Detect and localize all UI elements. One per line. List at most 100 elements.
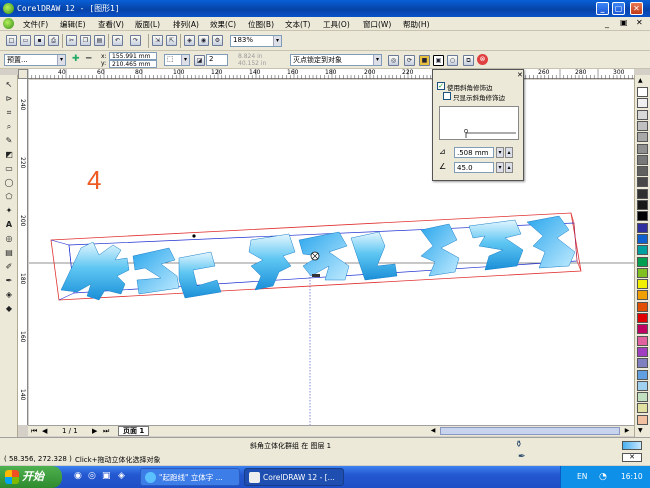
doc-restore-button[interactable]: ▣ xyxy=(620,18,628,27)
import-icon[interactable]: ⇲ xyxy=(152,35,163,46)
freehand-tool-icon[interactable]: ✎ xyxy=(3,135,15,146)
doc-close-button[interactable]: ✕ xyxy=(636,18,643,27)
print-icon[interactable]: ⎙ xyxy=(48,35,59,46)
minimize-button[interactable]: _ xyxy=(596,2,609,15)
color-swatch[interactable] xyxy=(637,154,648,165)
export-icon[interactable]: ⇱ xyxy=(166,35,177,46)
interactive-blend-tool-icon[interactable]: ◎ xyxy=(3,233,15,244)
scroll-right-icon[interactable]: ▶ xyxy=(622,426,632,436)
use-bevel-checkbox[interactable]: ✓ xyxy=(437,82,445,90)
extrude-color-icon[interactable]: ■ xyxy=(419,55,430,66)
color-swatch[interactable] xyxy=(637,392,648,403)
drawing-canvas[interactable]: 4 xyxy=(29,80,634,425)
new-icon[interactable]: □ xyxy=(6,35,17,46)
color-swatch[interactable] xyxy=(637,245,648,256)
volume-icon[interactable]: ◔ xyxy=(599,466,607,488)
outline-color-swatch[interactable]: ✕ xyxy=(622,453,642,462)
menu-tools[interactable]: 工具(O) xyxy=(320,18,353,31)
bevel-depth-field[interactable]: .508 mm xyxy=(454,147,494,158)
drawing-svg[interactable] xyxy=(29,80,634,425)
language-indicator[interactable]: EN xyxy=(577,466,587,488)
scroll-thumb[interactable] xyxy=(440,427,620,435)
vanishing-x-field[interactable]: 8.824 in xyxy=(238,53,263,60)
bevel-angle-field[interactable]: 45.0 xyxy=(454,162,494,173)
color-swatch[interactable] xyxy=(637,267,648,278)
color-swatch[interactable] xyxy=(637,143,648,154)
fill-bucket-icon[interactable]: ⚱ xyxy=(515,440,523,450)
taskbar-item-coreldraw[interactable]: CorelDRAW 12 - [... xyxy=(244,468,344,486)
color-swatch[interactable] xyxy=(637,177,648,188)
outline-pen-icon[interactable]: ✒ xyxy=(518,452,526,462)
taskbar-item-ie[interactable]: "起跑线" 立体字 ... xyxy=(140,468,240,486)
menu-effects[interactable]: 效果(C) xyxy=(207,18,239,31)
color-swatch[interactable] xyxy=(637,290,648,301)
interactive-fill-tool-icon[interactable]: ◆ xyxy=(3,303,15,314)
color-swatch[interactable] xyxy=(637,301,648,312)
color-swatch[interactable] xyxy=(637,166,648,177)
remove-preset-icon[interactable]: ━ xyxy=(86,54,91,64)
preset-select[interactable]: 预置... ▾ xyxy=(4,54,66,66)
color-swatch[interactable] xyxy=(637,200,648,210)
smart-fill-tool-icon[interactable]: ◩ xyxy=(3,149,15,160)
ellipse-tool-icon[interactable]: ◯ xyxy=(3,177,15,188)
save-icon[interactable]: ▪ xyxy=(34,35,45,46)
open-icon[interactable]: ▭ xyxy=(20,35,31,46)
menu-view[interactable]: 查看(V) xyxy=(95,18,127,31)
color-swatch[interactable] xyxy=(637,414,648,425)
close-panel-icon[interactable]: ✕ xyxy=(517,71,523,79)
angle-spin-up-icon[interactable]: ▴ xyxy=(505,162,513,173)
menu-text[interactable]: 文本(T) xyxy=(282,18,313,31)
clear-extrude-icon[interactable]: ⊗ xyxy=(477,54,488,65)
menu-help[interactable]: 帮助(H) xyxy=(400,18,433,31)
palette-scroll-up-icon[interactable]: ▲ xyxy=(638,77,643,84)
next-page-icon[interactable]: ▶ xyxy=(92,427,97,435)
color-swatch[interactable] xyxy=(637,120,648,131)
close-button[interactable]: ✕ xyxy=(630,2,643,15)
document-icon[interactable] xyxy=(3,18,14,29)
color-swatch[interactable] xyxy=(637,98,648,109)
extrude-bevel-icon[interactable]: ▣ xyxy=(433,55,444,66)
quicklaunch-desktop-icon[interactable]: ▣ xyxy=(102,471,111,481)
extrude-rotation-icon[interactable]: ⟳ xyxy=(404,55,415,66)
menu-arrange[interactable]: 排列(A) xyxy=(170,18,202,31)
zoom-level-select[interactable]: 183% ▾ xyxy=(230,35,282,47)
vanishing-y-field[interactable]: 40.152 in xyxy=(238,60,266,67)
depth-spin-down-icon[interactable]: ▾ xyxy=(496,147,504,158)
depth-field[interactable]: 2 xyxy=(206,54,228,66)
color-swatch[interactable] xyxy=(637,358,648,369)
app-launcher-icon[interactable]: ◈ xyxy=(184,35,195,46)
color-swatch[interactable] xyxy=(637,256,648,267)
undo-icon[interactable]: ↶ xyxy=(112,35,123,46)
pick-tool-icon[interactable]: ↖ xyxy=(3,79,15,90)
paste-icon[interactable]: ▤ xyxy=(94,35,105,46)
crop-tool-icon[interactable]: ⌗ xyxy=(3,107,15,118)
depth-spin-up-icon[interactable]: ▴ xyxy=(505,147,513,158)
horizontal-scrollbar[interactable]: ◀ ▶ xyxy=(428,425,634,436)
outline-tool-icon[interactable]: ✒ xyxy=(3,275,15,286)
color-swatch[interactable] xyxy=(637,403,648,414)
extrude-lighting-icon[interactable]: ○ xyxy=(447,55,458,66)
extrude-tool-icon[interactable]: ▤ xyxy=(3,247,15,258)
prev-page-icon[interactable]: ◀ xyxy=(42,427,47,435)
vanishing-point-handle[interactable] xyxy=(192,234,196,238)
redo-icon[interactable]: ↷ xyxy=(130,35,141,46)
corel-online-icon[interactable]: ◉ xyxy=(198,35,209,46)
shape-tool-icon[interactable]: ⊳ xyxy=(3,93,15,104)
menu-edit[interactable]: 编辑(E) xyxy=(57,18,89,31)
text-tool-icon[interactable]: A xyxy=(3,219,15,230)
page-tab[interactable]: 页面 1 xyxy=(118,426,150,436)
vertical-ruler[interactable]: 240 220 200 180 160 140 xyxy=(18,79,28,425)
doc-minimize-button[interactable]: _ xyxy=(605,19,609,28)
cut-icon[interactable]: ✂ xyxy=(66,35,77,46)
fill-tool-icon[interactable]: ◈ xyxy=(3,289,15,300)
polygon-tool-icon[interactable]: ⬠ xyxy=(3,191,15,202)
chevron-down-icon[interactable]: ▾ xyxy=(181,55,189,65)
start-button[interactable]: 开始 xyxy=(0,466,62,488)
depth-slider-handle[interactable] xyxy=(312,274,320,277)
angle-spin-down-icon[interactable]: ▾ xyxy=(496,162,504,173)
fill-color-swatch[interactable] xyxy=(622,441,642,450)
vp-properties-icon[interactable]: ◎ xyxy=(388,55,399,66)
color-swatch[interactable] xyxy=(637,380,648,391)
title-bar[interactable]: CorelDRAW 12 - [图形1] _ ▢ ✕ xyxy=(0,0,650,17)
menu-bitmaps[interactable]: 位图(B) xyxy=(245,18,277,31)
